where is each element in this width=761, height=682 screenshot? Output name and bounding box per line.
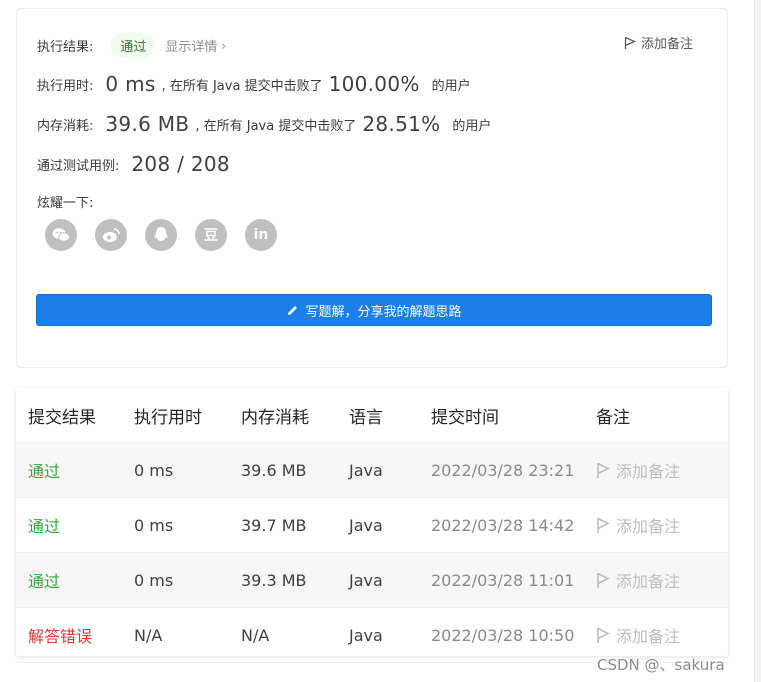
flag-icon [597,517,610,533]
wechat-icon[interactable] [45,219,77,251]
show-details-link[interactable]: 显示详情 › [165,36,227,56]
submission-language: Java [349,460,383,480]
scrollbar[interactable] [754,0,761,682]
tests-row: 通过测试用例: 208 / 208 [37,152,230,176]
add-note-button[interactable]: 添加备注 [624,33,693,52]
header-memory: 内存消耗 [241,407,309,428]
submission-memory: 39.7 MB [241,515,307,535]
result-label: 执行结果: [37,40,94,55]
header-language: 语言 [349,407,383,428]
runtime-beat-text: , 在所有 Java 提交中击败了 [161,78,323,94]
submission-time: 2022/03/28 10:50 [431,625,575,645]
submission-result-link[interactable]: 通过 [16,458,134,482]
share-row: 炫耀一下: [37,192,93,211]
result-summary-card: 执行结果: 通过 显示详情 › 添加备注 执行用时: 0 ms , 在所有 Ja… [16,8,728,368]
memory-value: 39.6 MB [105,112,190,136]
submission-result-link[interactable]: 通过 [16,568,134,592]
memory-percent: 28.51% [362,112,441,136]
write-solution-label: 写题解，分享我的解题思路 [305,304,462,320]
submission-runtime: 0 ms [134,515,174,535]
submission-memory: N/A [241,625,270,645]
flag-icon [597,462,610,478]
memory-row: 内存消耗: 39.6 MB , 在所有 Java 提交中击败了 28.51% 的… [37,112,491,136]
submission-result-link[interactable]: 通过 [16,513,134,537]
add-note-button[interactable]: 添加备注 [596,513,728,537]
flag-icon [624,36,636,49]
submission-time: 2022/03/28 23:21 [431,460,575,480]
header-result: 提交结果 [28,407,96,428]
add-note-label: 添加备注 [616,572,681,591]
tests-label: 通过测试用例: [37,158,120,174]
runtime-row: 执行用时: 0 ms , 在所有 Java 提交中击败了 100.00% 的用户 [37,72,471,96]
add-note-button[interactable]: 添加备注 [596,458,728,482]
submissions-table: 提交结果 执行用时 内存消耗 语言 提交时间 备注 通过 0 ms 39.6 M… [16,388,728,663]
submission-language: Java [349,515,383,535]
write-solution-button[interactable]: 写题解，分享我的解题思路 [36,294,712,326]
douban-icon[interactable]: 豆 [195,219,227,251]
submission-language: Java [349,570,383,590]
submission-runtime: 0 ms [134,460,174,480]
submission-result-link[interactable]: 解答错误 [16,623,134,647]
watermark: CSDN @、sakura [597,656,725,674]
result-row: 执行结果: 通过 显示详情 › [37,33,226,58]
runtime-users-text: 的用户 [431,78,471,94]
table-row: 通过 0 ms 39.7 MB Java 2022/03/28 14:42 添加… [16,498,728,553]
show-details-label: 显示详情 [165,40,218,55]
chevron-right-icon: › [221,38,227,53]
memory-label: 内存消耗: [37,118,94,134]
submission-runtime: N/A [134,625,163,645]
submission-runtime: 0 ms [134,570,174,590]
pencil-icon [288,305,298,315]
header-note: 备注 [596,407,630,428]
submission-memory: 39.3 MB [241,570,307,590]
share-label: 炫耀一下: [37,196,94,211]
header-time: 提交时间 [431,407,499,428]
flag-icon [597,572,610,588]
weibo-icon[interactable] [95,219,127,251]
submission-language: Java [349,625,383,645]
submission-time: 2022/03/28 11:01 [431,570,575,590]
table-header: 提交结果 执行用时 内存消耗 语言 提交时间 备注 [16,388,728,443]
tests-value: 208 / 208 [131,152,230,176]
add-note-button[interactable]: 添加备注 [596,568,728,592]
add-note-label: 添加备注 [616,627,681,646]
share-icons: 豆 in [45,219,295,251]
runtime-value: 0 ms [105,72,156,96]
submission-memory: 39.6 MB [241,460,307,480]
runtime-percent: 100.00% [328,72,420,96]
table-row: 通过 0 ms 39.6 MB Java 2022/03/28 23:21 添加… [16,443,728,498]
add-note-button[interactable]: 添加备注 [596,623,728,647]
add-note-label: 添加备注 [616,462,681,481]
header-runtime: 执行用时 [134,407,202,428]
table-row: 通过 0 ms 39.3 MB Java 2022/03/28 11:01 添加… [16,553,728,608]
flag-icon [597,627,610,643]
add-note-label: 添加备注 [640,37,693,52]
linkedin-icon[interactable]: in [245,219,277,251]
memory-users-text: 的用户 [452,118,492,134]
status-badge: 通过 [111,33,156,58]
submission-time: 2022/03/28 14:42 [431,515,575,535]
add-note-label: 添加备注 [616,517,681,536]
memory-beat-text: , 在所有 Java 提交中击败了 [195,118,357,134]
runtime-label: 执行用时: [37,78,94,94]
qq-icon[interactable] [145,219,177,251]
